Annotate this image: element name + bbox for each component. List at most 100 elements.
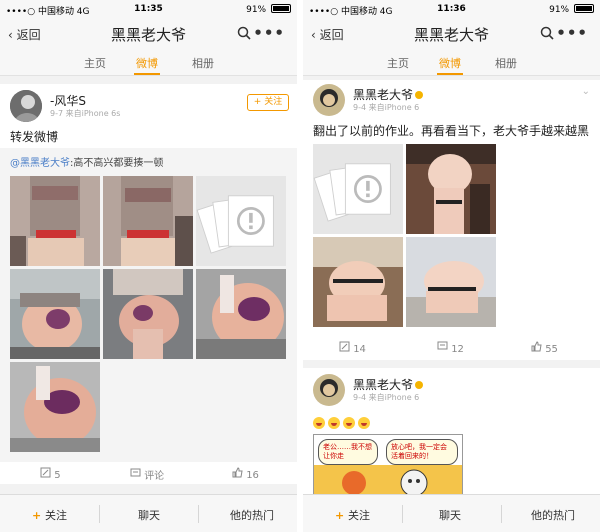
emoji-row <box>313 414 373 433</box>
follow-label: 关注 <box>45 509 68 522</box>
username-text: 黑黑老大爷 <box>353 378 414 392</box>
comment-count: 12 <box>451 344 464 355</box>
post-image[interactable] <box>406 144 496 234</box>
battery-percent: 91% <box>549 5 570 15</box>
post-image[interactable] <box>196 269 286 359</box>
weibo-post: 黑黑老大爷 9-4 来自iPhone 6 ⌄ 翻出了以前的作业。再看看当下，老大… <box>303 80 600 360</box>
laughing-emoji-icon <box>328 417 340 429</box>
speech-bubble: 老公……我不想让你走 <box>318 439 378 465</box>
repost-count: 5 <box>54 470 61 481</box>
like-button[interactable]: 55 <box>531 341 558 355</box>
right-phone-screen: ••••○ 中国移动 4G 11:36 91% ‹ 返回 黑黑老大爷 ••• 主… <box>303 0 600 532</box>
post-username[interactable]: 黑黑老大爷 <box>353 86 424 103</box>
post-image[interactable] <box>10 362 100 452</box>
repost-body: :高不高兴都要揍一顿 <box>70 158 164 169</box>
more-button[interactable]: ••• <box>253 24 285 42</box>
post-meta: 9-4 来自iPhone 6 <box>353 103 420 112</box>
nav-bar: ‹ 返回 黑黑老大爷 ••• <box>0 20 297 48</box>
post-actions: 5 评论 16 <box>0 462 297 486</box>
avatar[interactable] <box>10 90 42 122</box>
search-icon[interactable] <box>237 26 251 40</box>
plus-icon: + <box>335 509 349 522</box>
repost-button[interactable]: 14 <box>339 341 366 355</box>
tab-weibo[interactable]: 微博 <box>136 55 158 71</box>
follow-label: 关注 <box>348 509 371 522</box>
hot-posts-button[interactable]: 他的热门 <box>230 507 274 523</box>
weibo-post: -风华S 9-7 来自iPhone 6s + 关注 转发微博 @黑黑老大爷:高不… <box>0 84 297 484</box>
tab-album[interactable]: 相册 <box>495 55 517 71</box>
status-right: 91% <box>549 4 594 15</box>
laughing-emoji-icon <box>343 417 355 429</box>
comic-image[interactable]: 老公……我不想让你走 放心吧，我一定会活着回来的！ <box>313 434 463 496</box>
profile-tabs: 主页 微博 相册 <box>303 48 600 76</box>
verified-badge-icon <box>415 91 424 99</box>
post-image[interactable] <box>406 237 496 327</box>
chat-button[interactable]: 聊天 <box>439 507 461 523</box>
tab-home[interactable]: 主页 <box>387 55 409 71</box>
repost-button[interactable]: 5 <box>40 467 61 481</box>
comic-figures <box>314 465 462 495</box>
hot-posts-button[interactable]: 他的热门 <box>531 507 575 523</box>
thumbs-up-icon <box>531 341 542 352</box>
repost-container[interactable]: @黑黑老大爷:高不高兴都要揍一顿 <box>0 148 297 462</box>
bottom-toolbar: + 关注 聊天 他的热门 <box>0 494 297 532</box>
post-image[interactable] <box>103 269 193 359</box>
avatar[interactable] <box>313 374 345 406</box>
follow-bottom-button[interactable]: + 关注 <box>32 507 67 523</box>
battery-fill <box>576 6 593 11</box>
verified-badge-icon <box>415 381 424 389</box>
bottom-toolbar: + 关注 聊天 他的热门 <box>303 494 600 532</box>
search-icon[interactable] <box>540 26 554 40</box>
post-image[interactable] <box>10 176 100 266</box>
divider <box>99 505 100 523</box>
like-button[interactable]: 16 <box>232 467 259 481</box>
follow-button[interactable]: + 关注 <box>247 94 289 111</box>
tab-album[interactable]: 相册 <box>192 55 214 71</box>
weibo-post: 黑黑老大爷 9-4 来自iPhone 6 老公……我不想让你走 放心吧，我一定会… <box>303 368 600 496</box>
post-actions: 14 12 55 <box>303 336 600 360</box>
comment-icon <box>130 468 141 477</box>
mention-link[interactable]: @黑黑老大爷 <box>10 158 70 169</box>
more-button[interactable]: ••• <box>556 24 588 42</box>
left-phone-screen: ••••○ 中国移动 4G 11:35 91% ‹ 返回 黑黑老大爷 ••• 主… <box>0 0 297 532</box>
tab-home[interactable]: 主页 <box>84 55 106 71</box>
divider <box>402 505 403 523</box>
repost-icon <box>339 341 350 352</box>
post-image[interactable] <box>10 269 100 359</box>
status-bar: ••••○ 中国移动 4G 11:35 91% <box>0 0 297 20</box>
post-username[interactable]: -风华S <box>50 92 86 109</box>
nav-bar: ‹ 返回 黑黑老大爷 ••• <box>303 20 600 48</box>
follow-bottom-button[interactable]: + 关注 <box>335 507 370 523</box>
chat-button[interactable]: 聊天 <box>138 507 160 523</box>
post-text: 转发微博 <box>10 130 59 144</box>
chevron-left-icon: ‹ <box>311 28 320 42</box>
tab-weibo[interactable]: 微博 <box>439 55 461 71</box>
plus-icon: + <box>32 509 46 522</box>
image-placeholder-icon[interactable] <box>313 144 403 234</box>
chevron-left-icon: ‹ <box>8 28 17 42</box>
battery-icon <box>271 4 291 13</box>
divider <box>501 505 502 523</box>
image-placeholder-icon[interactable] <box>196 176 286 266</box>
back-label: 返回 <box>319 28 344 42</box>
chevron-down-icon[interactable]: ⌄ <box>582 86 590 97</box>
post-image[interactable] <box>313 237 403 327</box>
battery-icon <box>574 4 594 13</box>
like-count: 16 <box>246 470 259 481</box>
comment-icon <box>437 341 448 350</box>
back-button[interactable]: ‹ 返回 <box>311 26 344 43</box>
back-label: 返回 <box>16 28 41 42</box>
repost-count: 14 <box>353 344 366 355</box>
back-button[interactable]: ‹ 返回 <box>8 26 41 43</box>
active-tab-indicator <box>437 73 463 75</box>
battery-percent: 91% <box>246 5 267 15</box>
avatar[interactable] <box>313 84 345 116</box>
post-image[interactable] <box>103 176 193 266</box>
post-username[interactable]: 黑黑老大爷 <box>353 376 424 393</box>
comment-button[interactable]: 评论 <box>130 467 164 482</box>
like-count: 55 <box>545 344 558 355</box>
battery-fill <box>273 6 290 11</box>
comment-button[interactable]: 12 <box>437 341 464 355</box>
username-text: 黑黑老大爷 <box>353 88 414 102</box>
repost-icon <box>40 467 51 478</box>
